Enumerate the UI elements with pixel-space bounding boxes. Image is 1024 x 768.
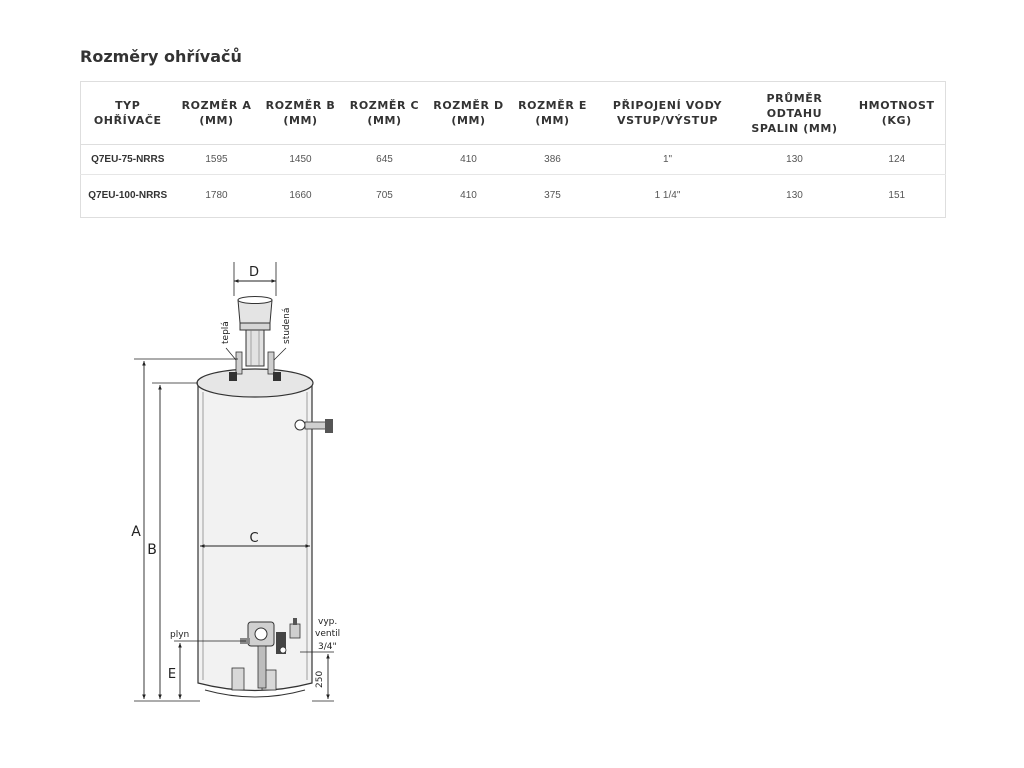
- cell-dim-a: 1595: [174, 144, 259, 175]
- cell-dim-c: 705: [342, 174, 427, 218]
- cell-weight: 124: [848, 144, 946, 175]
- label-250: 250: [315, 671, 325, 688]
- cell-dim-b: 1450: [258, 144, 343, 175]
- header-water-connection: PŘIPOJENÍ VODY VSTUP/VÝSTUP: [594, 81, 741, 145]
- header-type: TYP OHŘÍVAČE: [80, 81, 175, 145]
- label-cold: studená: [282, 308, 292, 344]
- table-row: Q7EU-100-NRRS 1780 1660 705 410 375 1 1/…: [80, 174, 946, 218]
- label-drain-line3: 3/4": [318, 642, 337, 652]
- label-a: A: [131, 524, 141, 540]
- label-d: D: [249, 265, 259, 280]
- label-c: C: [249, 531, 258, 546]
- table-row: Q7EU-75-NRRS 1595 1450 645 410 386 1" 13…: [80, 144, 946, 175]
- dimensions-table: TYP OHŘÍVAČE ROZMĚR A (MM) ROZMĚR B (MM)…: [80, 81, 946, 218]
- label-drain-line1: vyp.: [318, 617, 337, 627]
- table-header-row: TYP OHŘÍVAČE ROZMĚR A (MM) ROZMĚR B (MM)…: [80, 81, 946, 145]
- header-dim-d: ROZMĚR D (MM): [426, 81, 511, 145]
- label-drain-line2: ventil: [315, 629, 340, 639]
- cell-dim-e: 375: [510, 174, 595, 218]
- dimension-b: [152, 382, 198, 699]
- cell-water-connection: 1": [594, 144, 741, 175]
- header-dim-a: ROZMĚR A (MM): [174, 81, 259, 145]
- label-b: B: [147, 542, 157, 558]
- cell-water-connection: 1 1/4": [594, 174, 741, 218]
- cell-dim-c: 645: [342, 144, 427, 175]
- header-dim-e: ROZMĚR E (MM): [510, 81, 595, 145]
- section-title: Rozměry ohřívačů: [80, 47, 242, 66]
- header-dim-b: ROZMĚR B (MM): [258, 81, 343, 145]
- cell-dim-b: 1660: [258, 174, 343, 218]
- water-heater-dimension-diagram: D teplá studená A B C E plyn vyp. ventil…: [131, 262, 340, 702]
- cell-type: Q7EU-75-NRRS: [80, 144, 175, 175]
- label-e: E: [168, 667, 176, 682]
- cell-weight: 151: [848, 174, 946, 218]
- cell-dim-e: 386: [510, 144, 595, 175]
- header-dim-c: ROZMĚR C (MM): [342, 81, 427, 145]
- label-gas: plyn: [170, 630, 189, 640]
- header-weight: HMOTNOST (KG): [848, 81, 946, 145]
- cell-flue-diameter: 130: [740, 174, 849, 218]
- cell-dim-d: 410: [426, 174, 511, 218]
- cell-dim-a: 1780: [174, 174, 259, 218]
- label-hot: teplá: [221, 321, 231, 344]
- cell-dim-d: 410: [426, 144, 511, 175]
- header-flue-diameter: PRŮMĚR ODTAHU SPALIN (MM): [740, 81, 849, 145]
- cell-type: Q7EU-100-NRRS: [80, 174, 175, 218]
- flue-assembly: [237, 296, 273, 367]
- cell-flue-diameter: 130: [740, 144, 849, 175]
